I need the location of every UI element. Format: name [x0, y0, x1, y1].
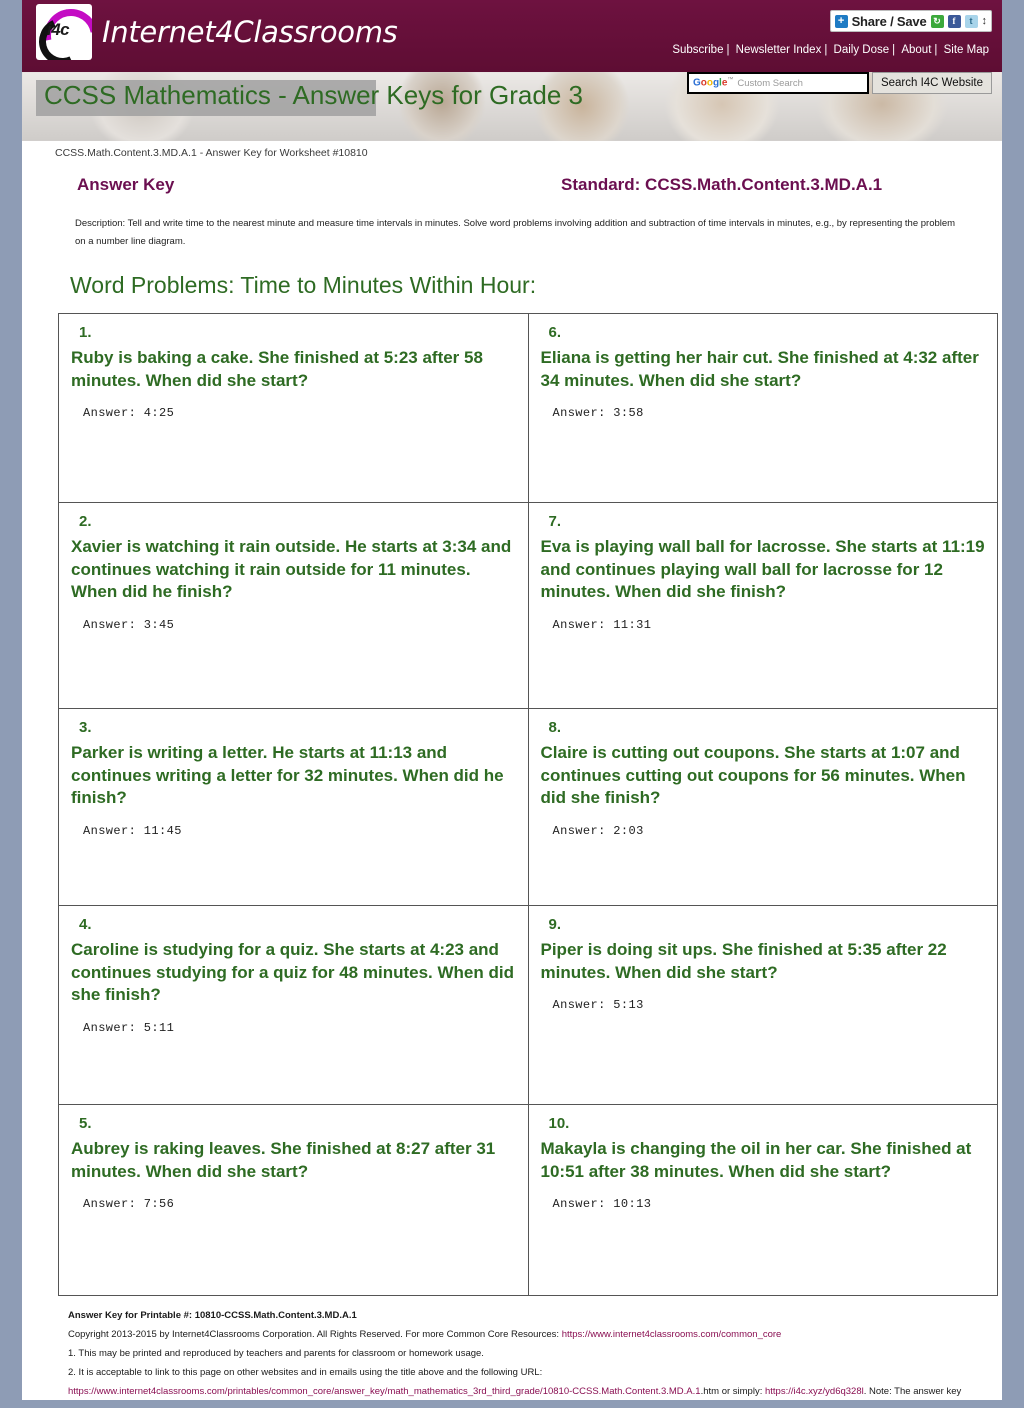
footer-printable-id: Answer Key for Printable #: 10810-CCSS.M…	[68, 1310, 357, 1322]
standard-description: Description: Tell and write time to the …	[75, 218, 956, 247]
trademark-symbol: ™	[727, 77, 734, 84]
page-title: CCSS Mathematics - Answer Keys for Grade…	[44, 80, 583, 110]
problem-answer: Answer: 11:45	[83, 823, 182, 838]
footer-copyright-text: Copyright 2013-2015 by Internet4Classroo…	[68, 1329, 562, 1341]
problem-answer: Answer: 2:03	[552, 823, 644, 838]
problem-answer: Answer: 4:25	[83, 406, 175, 421]
problem-number: 8.	[548, 719, 562, 737]
page-container: i4c Internet4Classrooms + Share / Save ↻…	[22, 0, 1002, 1400]
nav-item-about[interactable]: About	[898, 44, 934, 56]
problem-answer: Answer: 5:13	[552, 998, 644, 1013]
problem-row: 5. Aubrey is raking leaves. She finished…	[58, 1104, 998, 1297]
footer-url-tail: .htm or simply:	[700, 1386, 765, 1398]
search-row: Google™ Custom Search Search I4C Website	[686, 72, 992, 94]
footer-note-1: 1. This may be printed and reproduced by…	[68, 1348, 484, 1360]
twitter-icon[interactable]: t	[964, 14, 978, 28]
top-nav: Subscribe | Newsletter Index | Daily Dose |…	[669, 44, 992, 56]
problem-number: 5.	[79, 1115, 92, 1133]
problem-cell-1: 1. Ruby is baking a cake. She finished a…	[58, 313, 529, 504]
problem-text: Parker is writing a letter. He starts at…	[71, 743, 504, 808]
footer-long-url-link[interactable]: https://www.internet4classrooms.com/prin…	[68, 1386, 701, 1397]
site-header: i4c Internet4Classrooms + Share / Save ↻…	[22, 0, 1002, 72]
problem-row: 4. Caroline is studying for a quiz. She …	[58, 905, 998, 1106]
problem-row: 3. Parker is writing a letter. He starts…	[58, 708, 998, 907]
problem-number: 3.	[79, 719, 92, 737]
key-standard-row: Answer Key Standard: CCSS.Math.Content.3…	[38, 175, 986, 199]
nav-item-newsletter-index[interactable]: Newsletter Index	[733, 44, 825, 56]
problem-number: 6.	[548, 324, 562, 342]
page-footer: Answer Key for Printable #: 10810-CCSS.M…	[68, 1306, 966, 1400]
problem-text: Eva is playing wall ball for lacrosse. S…	[540, 537, 985, 602]
nav-separator-4: |	[934, 44, 938, 56]
nav-item-daily-dose[interactable]: Daily Dose	[831, 44, 893, 56]
site-logo[interactable]: i4c Internet4Classrooms	[36, 4, 398, 60]
problem-cell-5: 5. Aubrey is raking leaves. She finished…	[58, 1104, 529, 1297]
problem-text: Piper is doing sit ups. She finished at …	[540, 940, 947, 982]
problems-grid: 1. Ruby is baking a cake. She finished a…	[58, 313, 998, 1297]
search-submit-button[interactable]: Search I4C Website	[871, 72, 992, 94]
problem-cell-7: 7. Eva is playing wall ball for lacrosse…	[527, 502, 998, 710]
problem-cell-2: 2. Xavier is watching it rain outside. H…	[58, 502, 529, 710]
google-wordmark-icon: Google™	[692, 77, 734, 89]
logo-badge-text: i4c	[47, 20, 70, 39]
answer-key-heading: Answer Key	[77, 175, 175, 194]
problem-cell-6: 6. Eliana is getting her hair cut. She f…	[527, 313, 998, 504]
standard-heading: Standard: CCSS.Math.Content.3.MD.A.1	[561, 175, 883, 194]
share-plus-icon: +	[834, 14, 848, 28]
nav-item-subscribe[interactable]: Subscribe	[669, 44, 726, 56]
facebook-icon[interactable]: f	[947, 14, 961, 28]
problem-cell-9: 9. Piper is doing sit ups. She finished …	[527, 905, 998, 1106]
problem-text: Ruby is baking a cake. She finished at 5…	[71, 348, 483, 390]
footer-copyright: Copyright 2013-2015 by Internet4Classroo…	[68, 1325, 966, 1344]
nav-separator-3: |	[892, 44, 896, 56]
i4c-logo-icon: i4c	[36, 4, 92, 60]
footer-short-url-link[interactable]: https://i4c.xyz/yd6q328l	[765, 1386, 864, 1397]
footer-url-block: https://www.internet4classrooms.com/prin…	[68, 1382, 966, 1400]
worksheet-id-line: CCSS.Math.Content.3.MD.A.1 - Answer Key …	[55, 147, 368, 159]
problem-answer: Answer: 3:45	[83, 617, 175, 632]
search-placeholder: Custom Search	[737, 77, 803, 89]
problem-text: Claire is cutting out coupons. She start…	[540, 743, 966, 808]
problem-number: 1.	[79, 324, 92, 342]
problem-answer: Answer: 3:58	[552, 406, 644, 421]
problem-text: Eliana is getting her hair cut. She fini…	[540, 348, 979, 390]
problem-cell-10: 10. Makayla is changing the oil in her c…	[527, 1104, 998, 1297]
problem-cell-4: 4. Caroline is studying for a quiz. She …	[58, 905, 529, 1106]
problem-text: Caroline is studying for a quiz. She sta…	[71, 940, 514, 1005]
problem-row: 1. Ruby is baking a cake. She finished a…	[58, 313, 998, 504]
problem-text: Makayla is changing the oil in her car. …	[540, 1139, 972, 1181]
footer-common-core-link[interactable]: https://www.internet4classrooms.com/comm…	[562, 1329, 782, 1340]
nav-item-site-map[interactable]: Site Map	[941, 44, 992, 56]
problem-answer: Answer: 5:11	[83, 1020, 175, 1035]
share-icon[interactable]: ↻	[930, 14, 944, 28]
site-logo-text: Internet4Classrooms	[102, 15, 398, 49]
problem-text: Xavier is watching it rain outside. He s…	[71, 537, 512, 602]
problem-answer: Answer: 7:56	[83, 1197, 175, 1212]
problem-answer: Answer: 10:13	[552, 1197, 652, 1212]
main-content: CCSS.Math.Content.3.MD.A.1 - Answer Key …	[22, 147, 1002, 1400]
footer-note-2: 2. It is acceptable to link to this page…	[68, 1367, 543, 1379]
section-title: Word Problems: Time to Minutes Within Ho…	[70, 272, 537, 299]
problem-cell-8: 8. Claire is cutting out coupons. She st…	[527, 708, 998, 907]
problem-number: 7.	[548, 513, 562, 531]
problem-row: 2. Xavier is watching it rain outside. H…	[58, 502, 998, 710]
nav-separator-2: |	[824, 44, 828, 56]
problem-number: 9.	[548, 916, 562, 934]
chevron-updown-icon[interactable]: ↕	[982, 15, 988, 27]
share-save-widget[interactable]: + Share / Save ↻ f t ↕	[829, 10, 992, 32]
nav-separator-1: |	[726, 44, 730, 56]
problem-number: 2.	[79, 513, 92, 531]
search-input[interactable]: Google™ Custom Search	[686, 72, 869, 94]
problem-answer: Answer: 11:31	[552, 617, 652, 632]
problem-number: 4.	[79, 916, 92, 934]
problem-cell-3: 3. Parker is writing a letter. He starts…	[58, 708, 529, 907]
problem-number: 10.	[548, 1115, 570, 1133]
share-save-label: Share / Save	[851, 13, 927, 29]
problem-text: Aubrey is raking leaves. She finished at…	[71, 1139, 496, 1181]
